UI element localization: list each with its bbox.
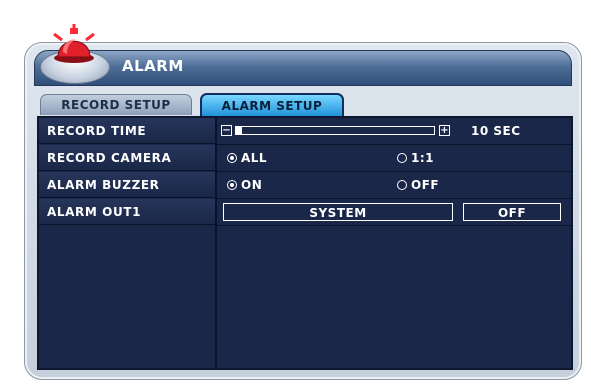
- record-camera-control: ALL 1:1: [217, 145, 571, 172]
- increase-button[interactable]: +: [439, 125, 450, 136]
- alarm-buzzer-control: ON OFF: [217, 172, 571, 199]
- record-time-label: RECORD TIME: [39, 118, 215, 144]
- slider-fill: [236, 127, 242, 134]
- radio-all[interactable]: [227, 153, 237, 163]
- decrease-button[interactable]: −: [221, 125, 232, 136]
- settings-panel: RECORD TIME RECORD CAMERA ALARM BUZZER A…: [37, 116, 573, 370]
- label-column: RECORD TIME RECORD CAMERA ALARM BUZZER A…: [39, 118, 217, 368]
- alarm-out1-label: ALARM OUT1: [39, 199, 215, 225]
- radio-off[interactable]: [397, 180, 407, 190]
- alarm-out-mode-button[interactable]: SYSTEM: [223, 203, 453, 221]
- radio-one-to-one[interactable]: [397, 153, 407, 163]
- radio-off-label: OFF: [411, 178, 440, 192]
- record-camera-label: RECORD CAMERA: [39, 145, 215, 171]
- radio-on[interactable]: [227, 180, 237, 190]
- tab-record-setup[interactable]: RECORD SETUP: [40, 94, 192, 115]
- radio-on-label: ON: [241, 178, 263, 192]
- record-time-control: − + 10 SEC: [217, 118, 571, 145]
- alarm-out-state-button[interactable]: OFF: [463, 203, 561, 221]
- record-time-slider[interactable]: [235, 126, 435, 135]
- alarm-out1-control: SYSTEM OFF: [217, 199, 571, 226]
- radio-one-to-one-label: 1:1: [411, 151, 434, 165]
- tab-alarm-setup[interactable]: ALARM SETUP: [200, 93, 344, 117]
- record-time-value: 10 SEC: [471, 124, 521, 138]
- siren-icon: [53, 24, 95, 63]
- alarm-buzzer-label: ALARM BUZZER: [39, 172, 215, 198]
- radio-all-label: ALL: [241, 151, 268, 165]
- title-bar: [34, 50, 572, 86]
- window-title: ALARM: [122, 57, 184, 75]
